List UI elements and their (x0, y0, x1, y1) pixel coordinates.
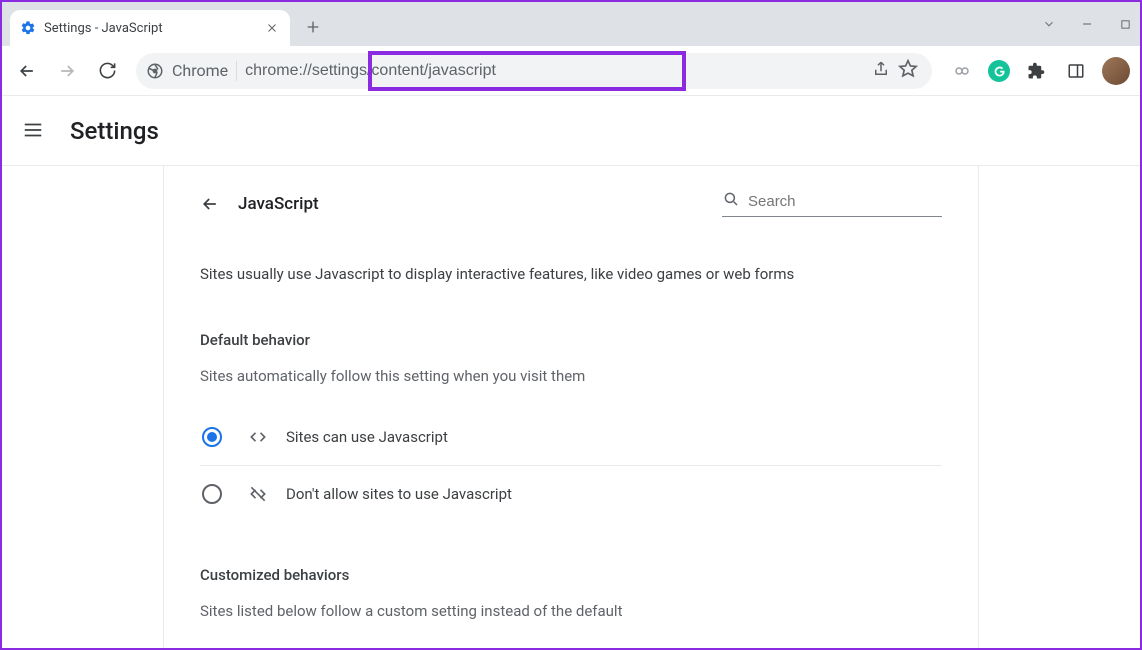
chrome-logo-icon (146, 62, 164, 80)
radio-selected[interactable] (202, 427, 222, 447)
maximize-button[interactable] (1118, 17, 1132, 31)
menu-icon[interactable] (22, 119, 46, 143)
back-button[interactable] (10, 54, 44, 88)
customized-title: Customized behaviors (200, 566, 942, 584)
default-behavior-title: Default behavior (200, 331, 942, 349)
tab-title: Settings - JavaScript (44, 21, 256, 36)
close-icon[interactable] (264, 20, 280, 36)
customized-subtitle: Sites listed below follow a custom setti… (200, 602, 942, 620)
search-icon (722, 190, 740, 212)
chevron-down-icon[interactable] (1042, 17, 1056, 31)
option-label: Don't allow sites to use Javascript (286, 485, 512, 503)
back-arrow-icon[interactable] (200, 194, 220, 214)
option-allow-js[interactable]: Sites can use Javascript (200, 409, 942, 466)
settings-header: Settings (2, 96, 1140, 166)
tab-strip: Settings - JavaScript (2, 2, 1140, 46)
option-label: Sites can use Javascript (286, 428, 448, 446)
reload-button[interactable] (90, 54, 124, 88)
share-icon[interactable] (872, 60, 890, 82)
intro-text: Sites usually use Javascript to display … (200, 265, 942, 283)
star-icon[interactable] (898, 59, 918, 83)
extensions-icon[interactable] (1022, 57, 1050, 85)
default-behavior-subtitle: Sites automatically follow this setting … (200, 367, 942, 385)
omnibox-chip: Chrome (172, 61, 228, 80)
profile-avatar[interactable] (1102, 57, 1130, 85)
minimize-button[interactable] (1080, 17, 1094, 31)
code-brackets-icon (248, 427, 268, 447)
settings-search[interactable] (722, 190, 942, 217)
option-block-js[interactable]: Don't allow sites to use Javascript (200, 466, 942, 522)
code-brackets-off-icon (248, 484, 268, 504)
new-tab-button[interactable] (298, 12, 328, 42)
window-controls (1042, 2, 1132, 46)
grammarly-icon[interactable] (988, 60, 1010, 82)
search-input[interactable] (748, 193, 947, 210)
forward-button[interactable] (50, 54, 84, 88)
browser-tab[interactable]: Settings - JavaScript (10, 10, 290, 46)
side-panel-icon[interactable] (1062, 57, 1090, 85)
browser-toolbar: Chrome (2, 46, 1140, 96)
radio-unselected[interactable] (202, 484, 222, 504)
address-bar[interactable]: Chrome (136, 53, 932, 89)
app-title: Settings (70, 117, 159, 145)
settings-body: JavaScript Sites usually use Javascript … (2, 166, 1140, 648)
extension-link-icon[interactable] (948, 57, 976, 85)
url-input[interactable] (245, 62, 864, 80)
omnibox-divider (236, 61, 237, 81)
gear-icon (20, 20, 36, 36)
page-title: JavaScript (238, 194, 704, 214)
settings-card: JavaScript Sites usually use Javascript … (163, 166, 979, 648)
